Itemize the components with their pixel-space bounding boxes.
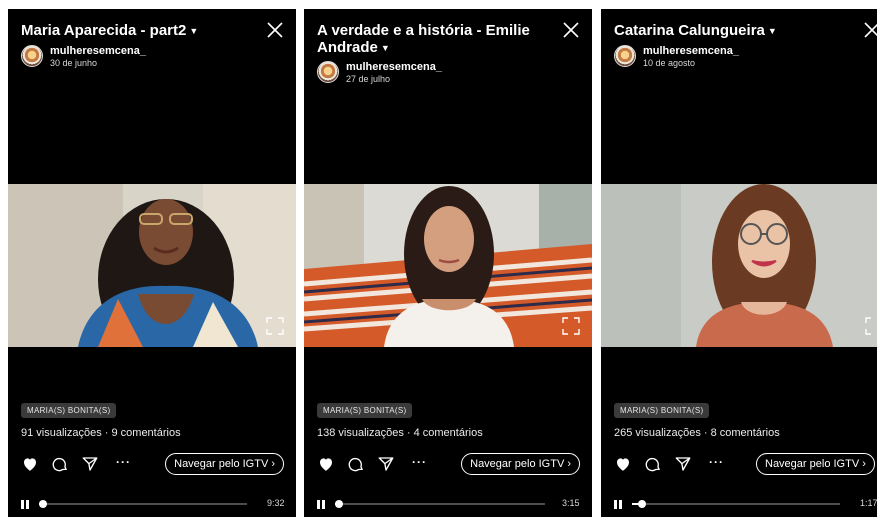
more-icon[interactable]: ··· (709, 455, 724, 469)
author-row[interactable]: mulheresemcena_ 10 de agosto (614, 45, 854, 69)
avatar[interactable] (317, 61, 339, 83)
username[interactable]: mulheresemcena_ (346, 61, 442, 73)
post-date: 27 de julho (346, 74, 391, 84)
progress-knob[interactable] (335, 500, 344, 508)
video-duration: 9:32 (267, 498, 285, 508)
video-title: Catarina Calungueira (614, 22, 765, 39)
view-comment-stats: 265 visualizações · 8 comentários (614, 427, 780, 439)
browse-igtv-button[interactable]: Navegar pelo IGTV › (165, 453, 284, 475)
video-thumbnail (8, 184, 296, 347)
author-row[interactable]: mulheresemcena_ 27 de julho (317, 61, 557, 85)
playback-bar[interactable]: 1:17 (614, 497, 877, 511)
comment-icon[interactable] (347, 455, 365, 473)
video-thumbnail (601, 184, 877, 347)
caret-down-icon: ▼ (380, 42, 390, 53)
heart-icon[interactable] (317, 455, 335, 473)
more-icon[interactable]: ··· (412, 455, 427, 469)
progress-knob[interactable] (638, 500, 647, 508)
progress-track[interactable] (335, 500, 545, 508)
pause-icon[interactable] (614, 500, 623, 509)
heart-icon[interactable] (21, 455, 39, 473)
video-frame[interactable] (8, 184, 296, 347)
video-frame[interactable] (601, 184, 877, 347)
series-tag[interactable]: MARIA(S) BONITA(S) (614, 403, 710, 418)
username[interactable]: mulheresemcena_ (50, 45, 146, 57)
pause-icon[interactable] (21, 500, 30, 509)
comment-icon[interactable] (51, 455, 69, 473)
post-date: 30 de junho (50, 58, 98, 68)
caret-down-icon: ▼ (189, 25, 199, 36)
close-icon[interactable] (266, 21, 284, 39)
avatar[interactable] (21, 45, 43, 67)
expand-icon[interactable] (562, 317, 580, 335)
caret-down-icon: ▼ (767, 25, 777, 36)
video-title: Maria Aparecida - part2 (21, 22, 187, 39)
igtv-panel-maria-aparecida: Maria Aparecida - part2 ▼ mulheresemcena_… (8, 9, 296, 517)
playback-bar[interactable]: 9:32 (21, 497, 285, 511)
browse-igtv-button[interactable]: Navegar pelo IGTV › (461, 453, 580, 475)
expand-icon[interactable] (266, 317, 284, 335)
video-duration: 1:17 (860, 498, 877, 508)
video-title-dropdown[interactable]: A verdade e a história - Emilie Andrade ▼ (317, 22, 547, 57)
username[interactable]: mulheresemcena_ (643, 45, 739, 57)
share-icon[interactable] (674, 455, 692, 473)
video-title-dropdown[interactable]: Catarina Calungueira ▼ (614, 22, 844, 40)
video-frame[interactable] (304, 184, 592, 347)
expand-icon[interactable] (865, 317, 877, 335)
series-tag[interactable]: MARIA(S) BONITA(S) (21, 403, 117, 418)
author-row[interactable]: mulheresemcena_ 30 de junho (21, 45, 261, 69)
browse-igtv-button[interactable]: Navegar pelo IGTV › (756, 453, 875, 475)
heart-icon[interactable] (614, 455, 632, 473)
video-duration: 3:15 (562, 498, 580, 508)
video-thumbnail (304, 184, 592, 347)
pause-icon[interactable] (317, 500, 326, 509)
igtv-panel-emilie-andrade: A verdade e a história - Emilie Andrade ▼… (304, 9, 592, 517)
comment-icon[interactable] (644, 455, 662, 473)
series-tag[interactable]: MARIA(S) BONITA(S) (317, 403, 413, 418)
progress-track[interactable] (39, 500, 247, 508)
playback-bar[interactable]: 3:15 (317, 497, 580, 511)
progress-knob[interactable] (39, 500, 48, 508)
share-icon[interactable] (81, 455, 99, 473)
post-date: 10 de agosto (643, 58, 696, 68)
video-title-dropdown[interactable]: Maria Aparecida - part2 ▼ (21, 22, 251, 40)
progress-track[interactable] (632, 500, 840, 508)
close-icon[interactable] (562, 21, 580, 39)
close-icon[interactable] (863, 21, 877, 39)
view-comment-stats: 138 visualizações · 4 comentários (317, 427, 483, 439)
more-icon[interactable]: ··· (116, 455, 131, 469)
igtv-panel-catarina-calungueira: Catarina Calungueira ▼ mulheresemcena_ 10… (601, 9, 877, 517)
view-comment-stats: 91 visualizações · 9 comentários (21, 427, 181, 439)
avatar[interactable] (614, 45, 636, 67)
video-title: A verdade e a história - Emilie Andrade (317, 22, 530, 56)
share-icon[interactable] (377, 455, 395, 473)
